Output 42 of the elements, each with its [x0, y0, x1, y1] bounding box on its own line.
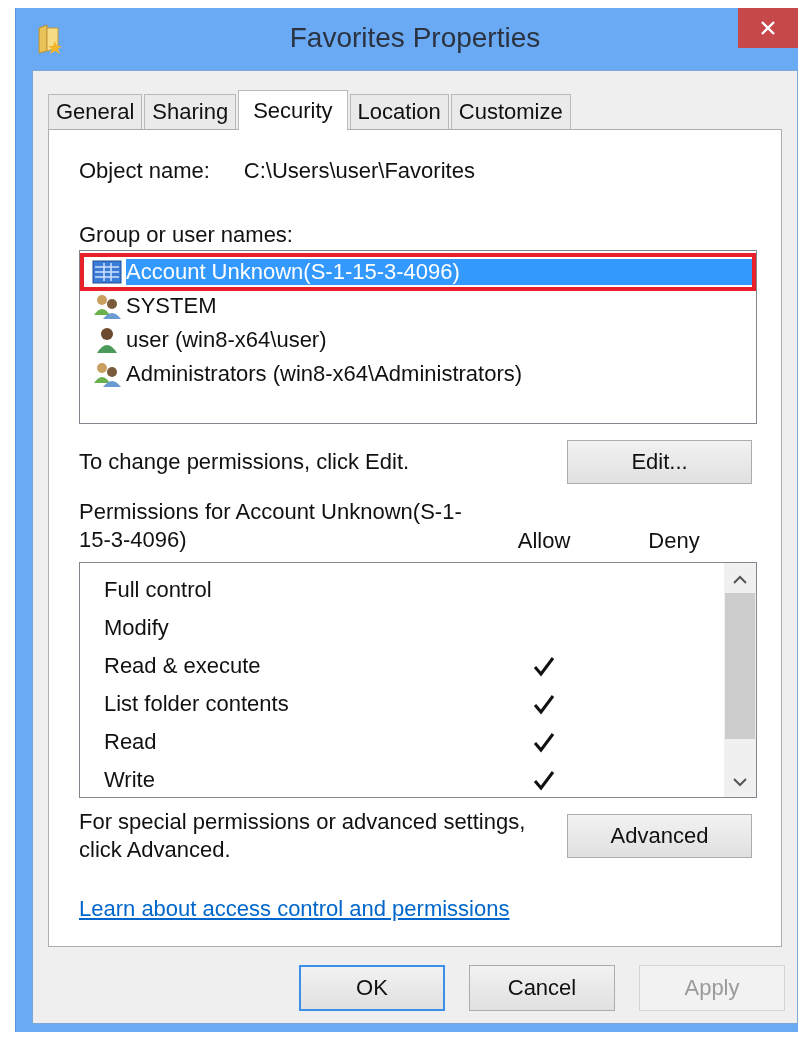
users-icon — [92, 293, 122, 319]
window-title: Favorites Properties — [288, 22, 542, 54]
permission-name: Modify — [104, 615, 170, 641]
close-icon — [760, 20, 776, 36]
dialog-button[interactable]: Cancel — [469, 965, 615, 1011]
tab[interactable]: Sharing — [144, 94, 237, 129]
list-item[interactable]: user (win8-x64\user) — [84, 323, 752, 357]
user-name: Administrators (win8-x64\Administrators) — [126, 361, 523, 387]
permissions-label: Permissions for Account Unknown(S-1-15-3-4096) — [79, 498, 463, 554]
scroll-down-icon[interactable] — [732, 777, 748, 787]
permission-name: Full control — [104, 577, 213, 603]
user-name: user (win8-x64\user) — [126, 327, 327, 353]
column-header: Allow — [516, 528, 572, 554]
users-icon — [92, 361, 122, 387]
tab[interactable]: General — [48, 94, 143, 129]
folder-star-icon — [38, 24, 62, 54]
advanced-hint: For special permissions or advanced settings, click Advanced. — [79, 808, 527, 864]
list-item[interactable]: Administrators (win8-x64\Administrators) — [84, 357, 752, 391]
scroll-thumb[interactable] — [725, 593, 755, 739]
permission-name: Read & execute — [104, 653, 262, 679]
tab[interactable]: Location — [349, 94, 449, 129]
group-list-label: Group or user names: — [79, 222, 294, 249]
user-name: SYSTEM — [126, 293, 217, 319]
column-header: Deny — [647, 528, 701, 554]
dialog-button[interactable]: OK — [299, 965, 445, 1011]
object-name-label: Object name: — [79, 158, 210, 185]
tab[interactable]: Security — [238, 90, 348, 130]
edit-hint: To change permissions, click Edit. — [79, 449, 410, 475]
grid-icon — [92, 259, 122, 285]
help-link[interactable]: Learn about access control and permissions — [79, 896, 510, 922]
advanced-button[interactable]: Advanced — [567, 814, 752, 858]
scroll-up-icon[interactable] — [732, 575, 748, 585]
tab[interactable]: Customize — [450, 94, 571, 129]
scrollbar[interactable] — [724, 563, 756, 797]
close-button[interactable] — [738, 8, 798, 48]
list-item[interactable]: SYSTEM — [84, 289, 752, 323]
permission-name: Write — [104, 767, 156, 793]
user-name: Account Unknown(S-1-15-3-4096) — [126, 259, 754, 285]
object-name-value: C:\Users\user\Favorites — [243, 158, 475, 185]
permission-name: List folder contents — [104, 691, 290, 717]
permission-name: Read — [104, 729, 158, 755]
edit-button[interactable]: Edit... — [567, 440, 752, 484]
